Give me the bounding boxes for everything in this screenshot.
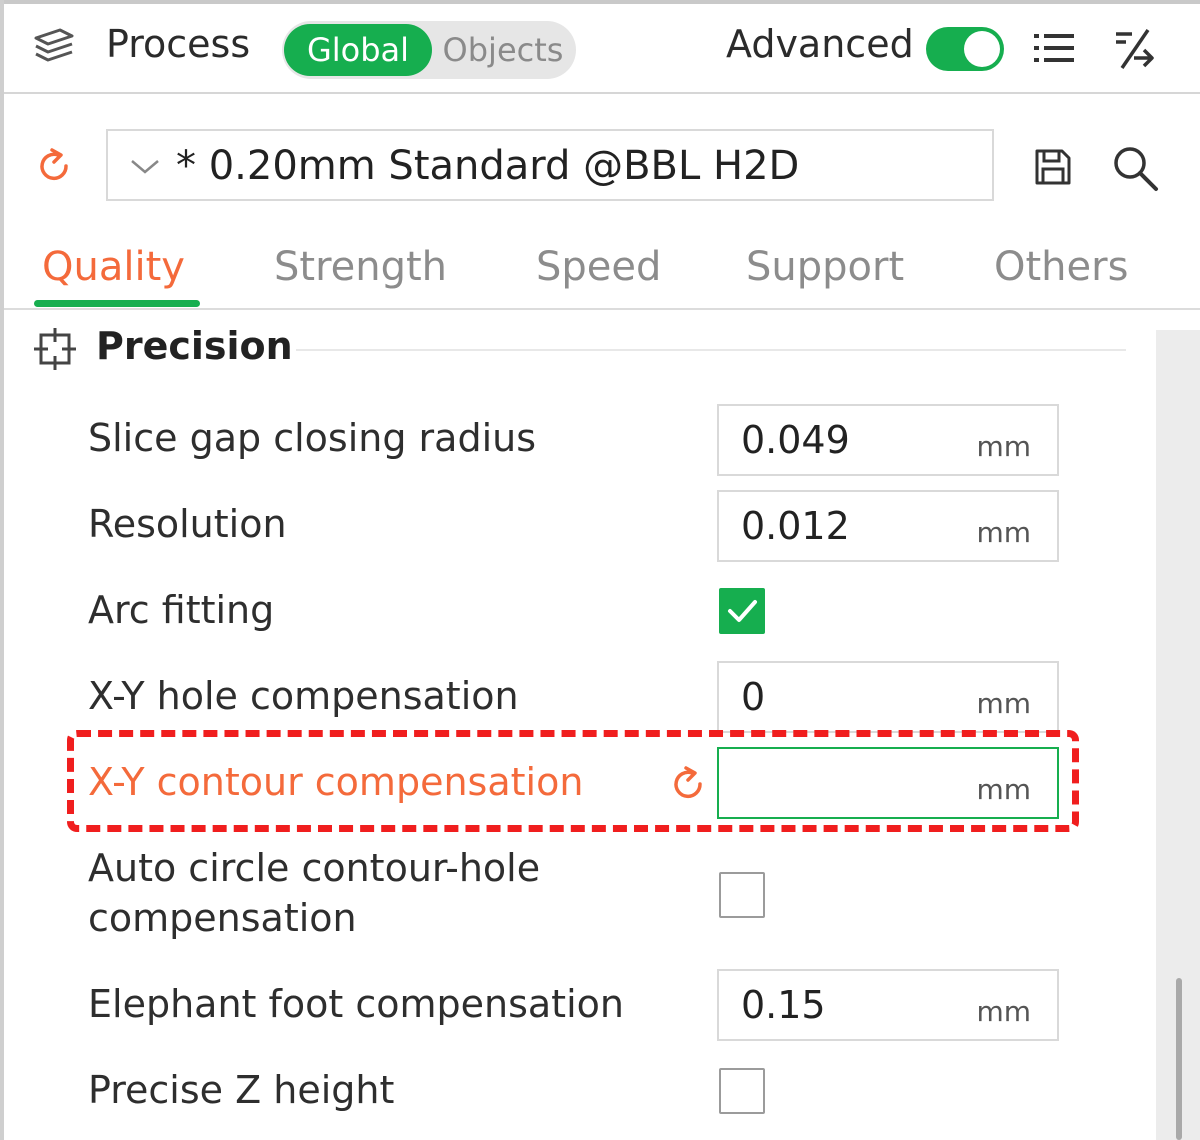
chevron-down-icon xyxy=(131,160,159,174)
mode-switch: Global Objects xyxy=(282,21,576,79)
precision-icon xyxy=(34,328,76,370)
resolution-input[interactable]: 0.012 mm xyxy=(717,490,1059,562)
auto-circle-label-line1: Auto circle contour-hole xyxy=(88,846,541,890)
checkmark-icon xyxy=(728,600,757,622)
mode-objects-button[interactable]: Objects xyxy=(434,24,572,76)
save-icon[interactable] xyxy=(1032,146,1074,188)
toggle-knob xyxy=(964,31,1000,67)
preset-name: * 0.20mm Standard @BBL H2D xyxy=(176,143,800,189)
slice-gap-label: Slice gap closing radius xyxy=(88,416,537,460)
layers-icon xyxy=(34,28,74,62)
resolution-label: Resolution xyxy=(88,502,287,546)
compare-icon[interactable] xyxy=(1110,24,1158,72)
list-icon[interactable] xyxy=(1032,28,1078,68)
tabs-divider xyxy=(4,308,1200,310)
xy-hole-label: X-Y hole compensation xyxy=(88,674,519,718)
highlight-box xyxy=(67,730,1079,832)
precise-z-checkbox[interactable] xyxy=(719,1068,765,1114)
resolution-value: 0.012 xyxy=(741,504,850,548)
auto-circle-checkbox[interactable] xyxy=(719,872,765,918)
process-title: Process xyxy=(106,22,251,66)
mode-global-button[interactable]: Global xyxy=(284,24,432,76)
xy-hole-input[interactable]: 0 mm xyxy=(717,661,1059,733)
arc-fitting-label: Arc fitting xyxy=(88,588,275,632)
advanced-label: Advanced xyxy=(726,22,914,66)
resolution-unit: mm xyxy=(976,516,1031,549)
elephant-foot-value: 0.15 xyxy=(741,983,826,1027)
section-title-precision: Precision xyxy=(96,324,293,368)
window-left-border xyxy=(0,0,4,1140)
tab-quality[interactable]: Quality xyxy=(42,244,185,290)
scrollbar-thumb[interactable] xyxy=(1176,978,1182,1140)
slice-gap-unit: mm xyxy=(976,430,1031,463)
elephant-foot-unit: mm xyxy=(976,995,1031,1028)
xy-hole-unit: mm xyxy=(976,687,1031,720)
reset-icon[interactable] xyxy=(34,146,74,186)
tab-strength[interactable]: Strength xyxy=(274,244,447,290)
tab-others[interactable]: Others xyxy=(994,244,1128,290)
precise-z-label: Precise Z height xyxy=(88,1068,395,1112)
xy-hole-value: 0 xyxy=(741,675,766,719)
auto-circle-label-line2: compensation xyxy=(88,896,357,940)
section-divider xyxy=(296,349,1126,351)
elephant-foot-input[interactable]: 0.15 mm xyxy=(717,969,1059,1041)
tab-speed[interactable]: Speed xyxy=(536,244,661,290)
arc-fitting-checkbox[interactable] xyxy=(719,588,765,634)
elephant-foot-label: Elephant foot compensation xyxy=(88,982,624,1026)
advanced-toggle[interactable] xyxy=(926,27,1004,71)
active-tab-indicator xyxy=(34,300,200,307)
slice-gap-value: 0.049 xyxy=(741,418,850,462)
search-icon[interactable] xyxy=(1110,143,1160,193)
preset-dropdown[interactable]: * 0.20mm Standard @BBL H2D xyxy=(106,129,994,201)
slice-gap-input[interactable]: 0.049 mm xyxy=(717,404,1059,476)
header-divider xyxy=(4,92,1200,94)
tab-support[interactable]: Support xyxy=(746,244,904,290)
